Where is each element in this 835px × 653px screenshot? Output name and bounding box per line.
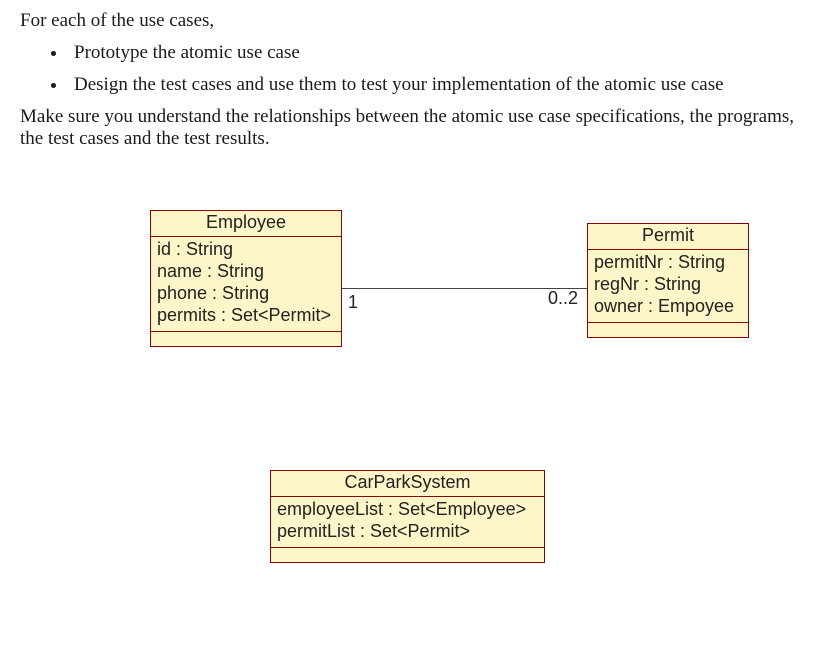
uml-class-name: Employee: [151, 211, 341, 237]
bullet-item: Design the test cases and use them to te…: [68, 74, 815, 96]
uml-class-name: Permit: [588, 224, 748, 250]
uml-multiplicity-right: 0..2: [548, 288, 578, 309]
uml-class-name: CarParkSystem: [271, 471, 544, 497]
uml-attribute: phone : String: [157, 283, 335, 305]
uml-class-operations: [271, 548, 544, 562]
lead-paragraph: For each of the use cases,: [20, 10, 815, 32]
uml-attribute: owner : Empoyee: [594, 296, 742, 318]
uml-class-employee: Employee id : String name : String phone…: [150, 210, 342, 347]
instruction-text: For each of the use cases, Prototype the…: [20, 10, 815, 150]
uml-attribute: permitList : Set<Permit>: [277, 521, 538, 543]
uml-attribute: id : String: [157, 239, 335, 261]
uml-class-permit: Permit permitNr : String regNr : String …: [587, 223, 749, 338]
uml-attribute: permitNr : String: [594, 252, 742, 274]
uml-attribute: permits : Set<Permit>: [157, 305, 335, 327]
uml-class-carparksystem: CarParkSystem employeeList : Set<Employe…: [270, 470, 545, 563]
uml-class-diagram: Employee id : String name : String phone…: [20, 180, 815, 610]
uml-class-operations: [151, 332, 341, 346]
bullet-list: Prototype the atomic use case Design the…: [20, 42, 815, 96]
bullet-item: Prototype the atomic use case: [68, 42, 815, 64]
uml-class-attributes: employeeList : Set<Employee> permitList …: [271, 497, 544, 548]
uml-multiplicity-left: 1: [348, 292, 358, 313]
uml-attribute: regNr : String: [594, 274, 742, 296]
followup-paragraph: Make sure you understand the relationshi…: [20, 106, 815, 150]
uml-attribute: name : String: [157, 261, 335, 283]
uml-attribute: employeeList : Set<Employee>: [277, 499, 538, 521]
uml-class-operations: [588, 323, 748, 337]
uml-class-attributes: id : String name : String phone : String…: [151, 237, 341, 332]
uml-class-attributes: permitNr : String regNr : String owner :…: [588, 250, 748, 323]
